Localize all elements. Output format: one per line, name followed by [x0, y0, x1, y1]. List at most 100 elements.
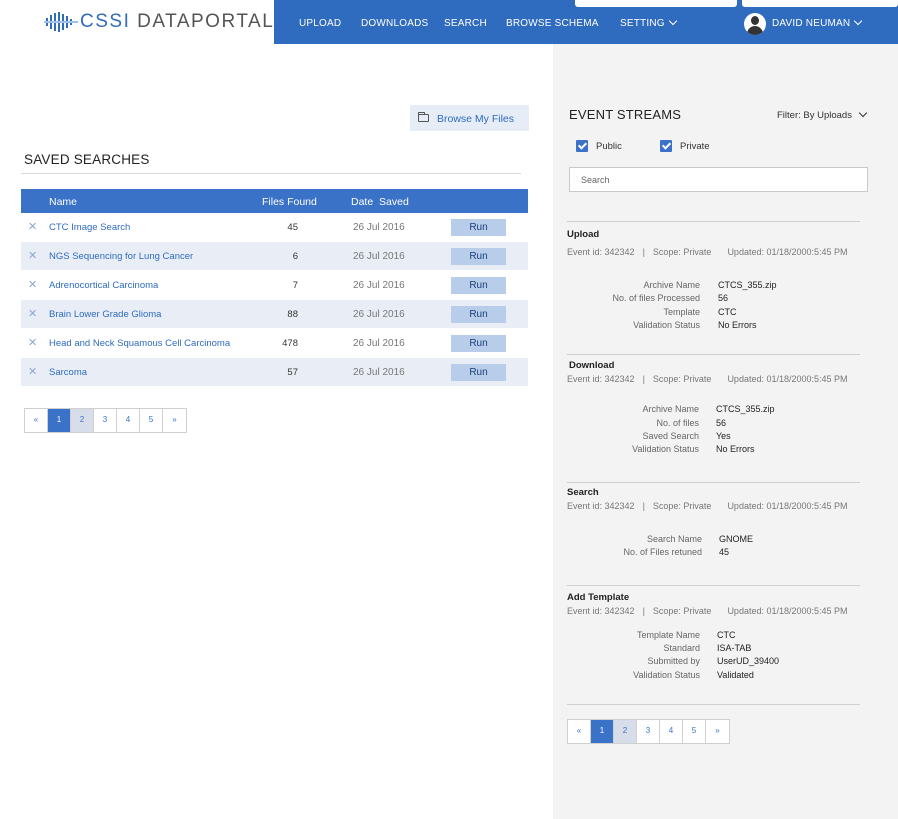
field-value: UserUD_39400 — [717, 656, 780, 666]
avatar[interactable] — [744, 13, 766, 35]
user-menu[interactable]: DAVID NEUMAN — [772, 16, 863, 29]
logo-text-cssi: CSSI — [80, 11, 131, 32]
column-header-date-saved[interactable]: Date Saved — [351, 196, 409, 208]
nav-upload[interactable]: UPLOAD — [299, 18, 341, 29]
column-header-files-found[interactable]: Files Found — [262, 196, 317, 208]
nav-setting[interactable]: SETTING — [620, 16, 677, 29]
saved-searches-title: SAVED SEARCHES — [24, 152, 150, 167]
date-saved-value: 26 Jul 2016 — [353, 338, 405, 349]
event-streams-title: EVENT STREAMS — [569, 107, 682, 122]
search-name-link[interactable]: NGS Sequencing for Lung Cancer — [49, 251, 193, 262]
page-3[interactable]: 3 — [94, 409, 117, 432]
table-row: ✕ Sarcoma 57 26 Jul 2016 Run — [21, 358, 528, 387]
page-2[interactable]: 2 — [71, 409, 94, 432]
nav-setting-label: SETTING — [620, 18, 665, 29]
field-label: Template — [663, 307, 700, 317]
page-5[interactable]: 5 — [140, 409, 163, 432]
field-label: Validation Status — [632, 444, 699, 454]
divider — [567, 585, 860, 586]
event-search-input[interactable] — [569, 167, 868, 192]
browse-my-files-button[interactable]: Browse My Files — [410, 105, 529, 131]
logo-area[interactable]: CSSI DATAPORTAL — [0, 0, 274, 44]
divider — [567, 354, 860, 355]
page-next[interactable]: » — [163, 409, 186, 432]
table-row: ✕ NGS Sequencing for Lung Cancer 6 26 Ju… — [21, 242, 528, 271]
run-button[interactable]: Run — [451, 364, 506, 381]
private-checkbox[interactable] — [660, 140, 672, 152]
field-label: Submitted by — [647, 656, 700, 666]
event-id: Event id: 342342 — [567, 501, 635, 511]
logo-icon — [44, 12, 78, 32]
filter-dropdown[interactable]: Filter: By Uploads — [777, 108, 868, 121]
page-1[interactable]: 1 — [48, 409, 71, 432]
event-scope: Scope: Private — [652, 374, 712, 384]
page-1[interactable]: 1 — [591, 720, 614, 743]
remove-icon[interactable]: ✕ — [28, 278, 37, 291]
remove-icon[interactable]: ✕ — [28, 220, 37, 233]
search-name-link[interactable]: Adrenocortical Carcinoma — [49, 280, 158, 291]
table-header: Name Files Found Date Saved — [21, 189, 528, 213]
page-5[interactable]: 5 — [683, 720, 706, 743]
nav-search[interactable]: SEARCH — [444, 18, 487, 29]
search-name-link[interactable]: Head and Neck Squamous Cell Carcinoma — [49, 338, 230, 349]
divider — [567, 221, 860, 222]
event-updated: Updated: 01/18/2000:5:45 PM — [727, 501, 848, 511]
event-meta: Event id: 342342 | Scope: Private Updated: … — [567, 247, 848, 257]
field-value: Validated — [717, 670, 754, 680]
event-scope: Scope: Private — [652, 247, 712, 257]
field-value: 56 — [718, 293, 729, 303]
event-updated: Updated: 01/18/2000:5:45 PM — [727, 606, 848, 616]
remove-icon[interactable]: ✕ — [28, 336, 37, 349]
files-found-value: 57 — [287, 367, 298, 378]
top-field-1[interactable] — [575, 0, 737, 7]
page-prev[interactable]: « — [25, 409, 48, 432]
table-row: ✕ Brain Lower Grade Glioma 88 26 Jul 201… — [21, 300, 528, 329]
search-name-link[interactable]: Brain Lower Grade Glioma — [49, 309, 161, 320]
filter-label: Filter: By Uploads — [777, 110, 852, 121]
column-header-name[interactable]: Name — [49, 196, 77, 208]
page-4[interactable]: 4 — [660, 720, 683, 743]
field-value: CTC — [718, 307, 737, 317]
run-button[interactable]: Run — [451, 306, 506, 323]
run-button[interactable]: Run — [451, 248, 506, 265]
page-4[interactable]: 4 — [117, 409, 140, 432]
event-type: Upload — [567, 229, 600, 240]
event-updated: Updated: 01/18/2000:5:45 PM — [727, 374, 848, 384]
run-button[interactable]: Run — [451, 277, 506, 294]
top-field-2[interactable] — [742, 0, 898, 7]
public-label: Public — [596, 141, 622, 152]
run-button[interactable]: Run — [451, 335, 506, 352]
date-saved-value: 26 Jul 2016 — [353, 280, 405, 291]
field-label: Validation Status — [633, 670, 700, 680]
event-updated: Updated: 01/18/2000:5:45 PM — [727, 247, 848, 257]
page-3[interactable]: 3 — [637, 720, 660, 743]
run-button[interactable]: Run — [451, 219, 506, 236]
chevron-down-icon — [854, 16, 863, 26]
nav-browse-schema[interactable]: BROWSE SCHEMA — [506, 18, 599, 29]
remove-icon[interactable]: ✕ — [28, 365, 37, 378]
field-label: Archive Name — [642, 404, 699, 414]
nav-downloads[interactable]: DOWNLOADS — [361, 18, 428, 29]
table-row: ✕ Adrenocortical Carcinoma 7 26 Jul 2016… — [21, 271, 528, 300]
field-value: ISA-TAB — [717, 643, 752, 653]
field-value: CTCS_355.zip — [716, 404, 775, 414]
saved-searches-pagination: « 1 2 3 4 5 » — [24, 408, 187, 433]
page-2[interactable]: 2 — [614, 720, 637, 743]
divider — [567, 482, 860, 483]
page-prev[interactable]: « — [568, 720, 591, 743]
search-name-link[interactable]: Sarcoma — [49, 367, 87, 378]
event-scope: Scope: Private — [652, 501, 712, 511]
date-saved-value: 26 Jul 2016 — [353, 309, 405, 320]
public-checkbox[interactable] — [576, 140, 588, 152]
page-next[interactable]: » — [706, 720, 729, 743]
avatar-head — [751, 16, 759, 25]
search-name-link[interactable]: CTC Image Search — [49, 222, 130, 233]
remove-icon[interactable]: ✕ — [28, 249, 37, 262]
field-label: Template Name — [636, 630, 700, 640]
field-value: Yes — [716, 431, 731, 441]
remove-icon[interactable]: ✕ — [28, 307, 37, 320]
date-saved-value: 26 Jul 2016 — [353, 367, 405, 378]
table-row: ✕ CTC Image Search 45 26 Jul 2016 Run — [21, 213, 528, 242]
files-found-value: 88 — [287, 309, 298, 320]
event-type: Add Template — [567, 592, 630, 603]
